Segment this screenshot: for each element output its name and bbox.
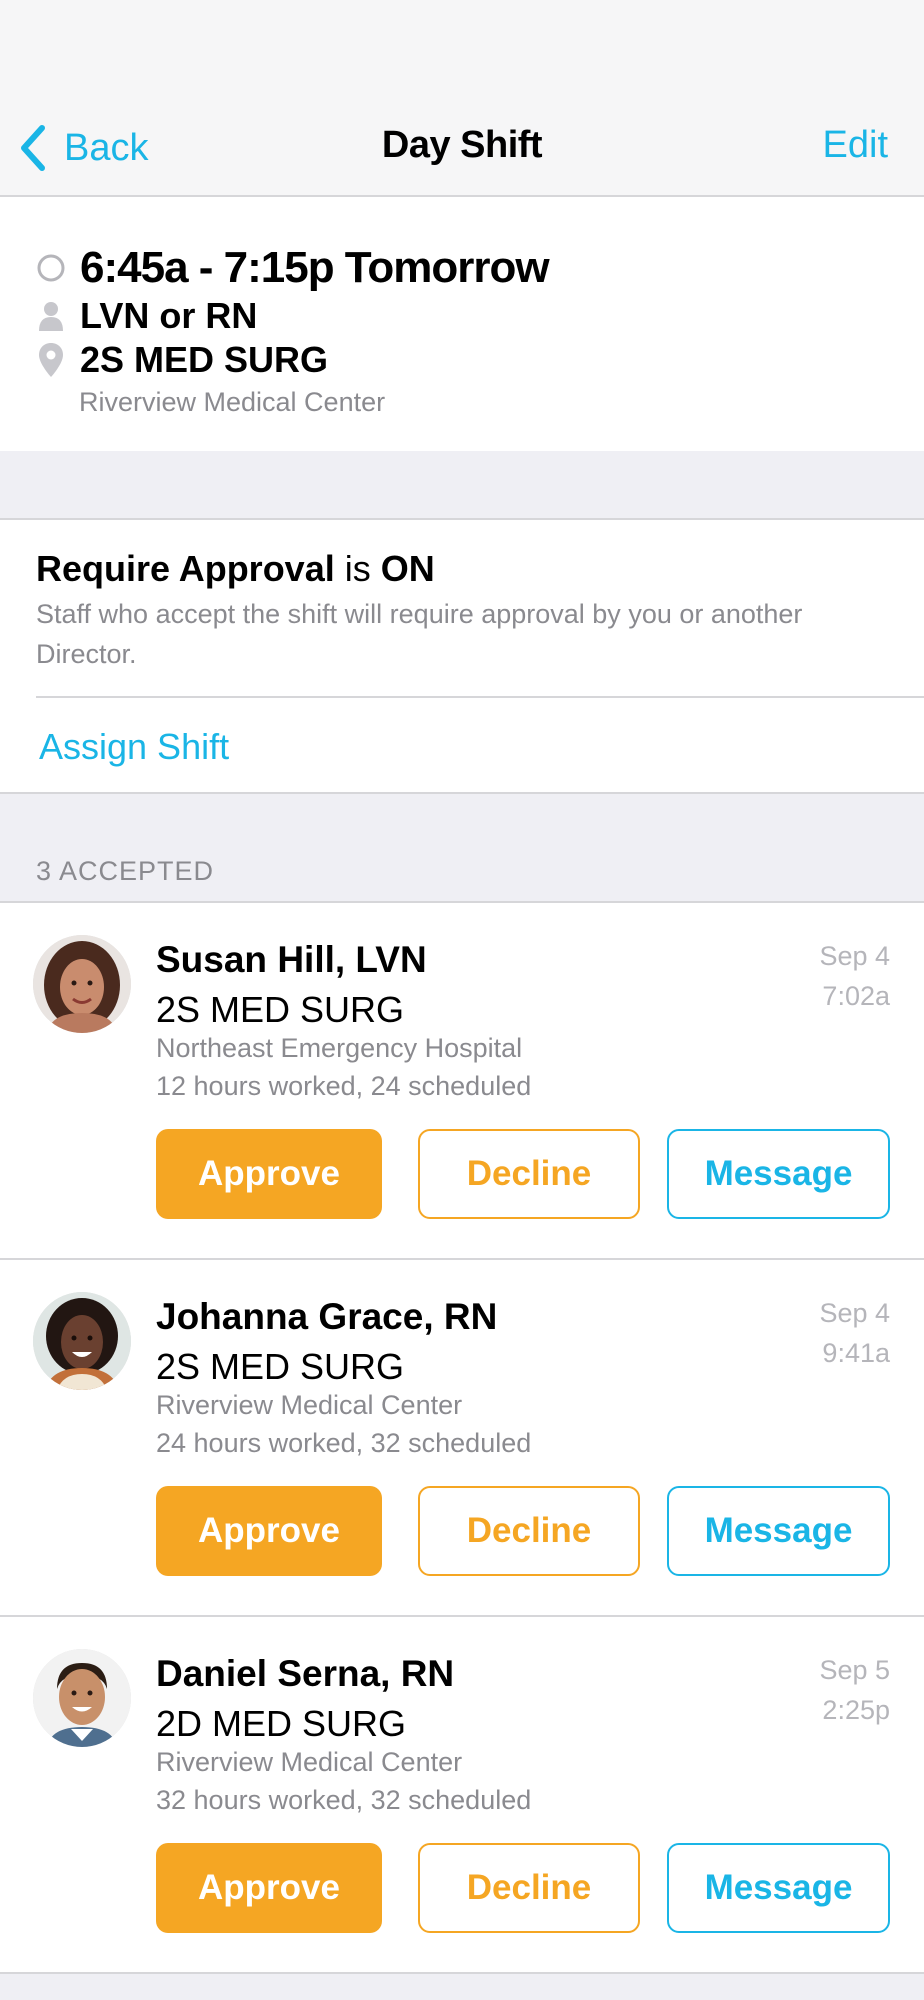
clock-icon xyxy=(36,251,66,285)
shift-role-row: LVN or RN xyxy=(36,295,257,337)
approval-title-is: is xyxy=(344,548,371,589)
shift-facility: Riverview Medical Center xyxy=(79,387,386,417)
staff-unit: 2D MED SURG xyxy=(156,1703,407,1744)
approve-button[interactable]: Approve xyxy=(156,1843,382,1933)
approval-card: Require Approval is ON Staff who accept … xyxy=(0,518,924,794)
list-item[interactable]: Daniel Serna, RN 2D MED SURG Riverview M… xyxy=(0,1615,924,1974)
avatar xyxy=(33,935,131,1033)
staff-hours: 32 hours worked, 32 scheduled xyxy=(156,1785,532,1815)
shift-unit: 2S MED SURG xyxy=(80,339,329,380)
staff-name: Daniel Serna, RN xyxy=(156,1653,455,1694)
approval-title-label: Require Approval xyxy=(36,548,335,589)
list-item[interactable]: Susan Hill, LVN 2S MED SURG Northeast Em… xyxy=(0,901,924,1258)
approval-description: Staff who accept the shift will require … xyxy=(36,599,803,669)
divider xyxy=(36,696,924,698)
accepted-section-header: 3 ACCEPTED xyxy=(36,856,215,886)
staff-unit: 2S MED SURG xyxy=(156,989,405,1030)
shift-unit-row: 2S MED SURG xyxy=(36,339,328,381)
accepted-time: 2:25p xyxy=(822,1695,890,1725)
staff-hours: 24 hours worked, 32 scheduled xyxy=(156,1428,532,1458)
message-button[interactable]: Message xyxy=(667,1486,890,1576)
approval-title: Require Approval is ON xyxy=(36,548,435,590)
message-button[interactable]: Message xyxy=(667,1843,890,1933)
decline-button[interactable]: Decline xyxy=(418,1843,640,1933)
accepted-date: Sep 5 xyxy=(819,1655,890,1685)
accepted-time: 7:02a xyxy=(822,981,890,1011)
staff-unit: 2S MED SURG xyxy=(156,1346,405,1387)
decline-button[interactable]: Decline xyxy=(418,1486,640,1576)
staff-facility: Northeast Emergency Hospital xyxy=(156,1033,523,1063)
shift-role: LVN or RN xyxy=(80,295,258,336)
accepted-time: 9:41a xyxy=(822,1338,890,1368)
page-title: Day Shift xyxy=(381,124,543,166)
avatar xyxy=(33,1292,131,1390)
approve-button[interactable]: Approve xyxy=(156,1486,382,1576)
assign-shift-button[interactable]: Assign Shift xyxy=(39,726,229,768)
shift-time-row: 6:45a - 7:15p Tomorrow xyxy=(36,243,550,293)
person-icon xyxy=(36,299,66,333)
shift-details-card: 6:45a - 7:15p Tomorrow LVN or RN 2S MED … xyxy=(0,197,924,451)
avatar xyxy=(33,1649,131,1747)
staff-name: Johanna Grace, RN xyxy=(156,1296,498,1337)
message-button[interactable]: Message xyxy=(667,1129,890,1219)
staff-facility: Riverview Medical Center xyxy=(156,1747,463,1777)
approve-button[interactable]: Approve xyxy=(156,1129,382,1219)
navigation-bar: Back Day Shift Edit xyxy=(0,0,924,197)
accepted-date: Sep 4 xyxy=(819,941,890,971)
decline-button[interactable]: Decline xyxy=(418,1129,640,1219)
location-pin-icon xyxy=(36,343,66,377)
staff-hours: 12 hours worked, 24 scheduled xyxy=(156,1071,532,1101)
approval-status: ON xyxy=(380,548,435,589)
staff-name: Susan Hill, LVN xyxy=(156,939,427,980)
staff-facility: Riverview Medical Center xyxy=(156,1390,463,1420)
accepted-staff-list: Susan Hill, LVN 2S MED SURG Northeast Em… xyxy=(0,901,924,1974)
shift-time: 6:45a - 7:15p Tomorrow xyxy=(80,243,550,292)
accepted-date: Sep 4 xyxy=(819,1298,890,1328)
list-item[interactable]: Johanna Grace, RN 2S MED SURG Riverview … xyxy=(0,1258,924,1615)
edit-button[interactable]: Edit xyxy=(823,124,888,167)
